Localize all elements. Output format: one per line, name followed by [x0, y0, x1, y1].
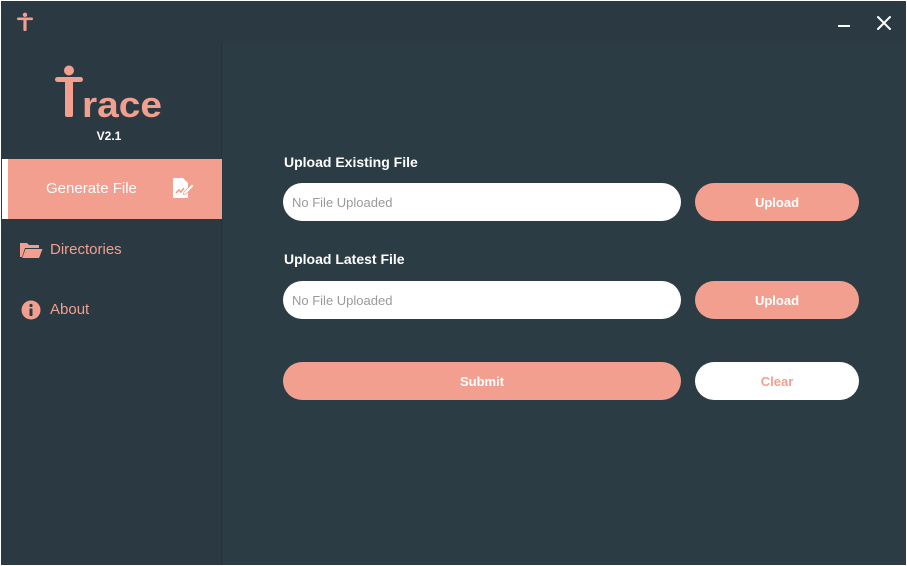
sidebar: race V2.1 Generate File Directories Abou… — [1, 43, 222, 565]
upload-existing-button[interactable]: Upload — [695, 183, 859, 221]
main-panel: Upload Existing File Upload Upload Lates… — [223, 43, 906, 565]
info-icon — [21, 300, 41, 320]
sidebar-item-label: About — [50, 301, 90, 318]
app-version: V2.1 — [96, 129, 122, 143]
minimize-button[interactable] — [830, 9, 858, 37]
upload-latest-button[interactable]: Upload — [695, 281, 859, 319]
close-button[interactable] — [870, 9, 898, 37]
title-bar[interactable] — [1, 1, 906, 43]
sidebar-item-generate-file[interactable]: Generate File — [2, 159, 222, 219]
sidebar-item-directories[interactable]: Directories — [1, 220, 222, 280]
minimize-icon — [838, 25, 850, 27]
upload-latest-label: Upload Latest File — [284, 251, 405, 267]
app-window: race V2.1 Generate File Directories Abou… — [1, 1, 906, 565]
existing-file-field[interactable] — [283, 183, 681, 221]
submit-button[interactable]: Submit — [283, 362, 681, 400]
svg-text:race: race — [82, 84, 162, 119]
sidebar-item-about[interactable]: About — [1, 280, 222, 340]
sidebar-item-label: Directories — [50, 241, 122, 258]
folder-open-icon — [20, 243, 43, 258]
latest-file-field[interactable] — [283, 281, 681, 319]
trace-figure-icon — [17, 12, 33, 31]
sidebar-item-label: Generate File — [46, 180, 137, 197]
close-icon — [877, 16, 891, 30]
clear-button[interactable]: Clear — [695, 362, 859, 400]
upload-existing-label: Upload Existing File — [284, 154, 418, 170]
trace-logo: race — [55, 65, 162, 119]
file-edit-icon — [173, 178, 194, 198]
